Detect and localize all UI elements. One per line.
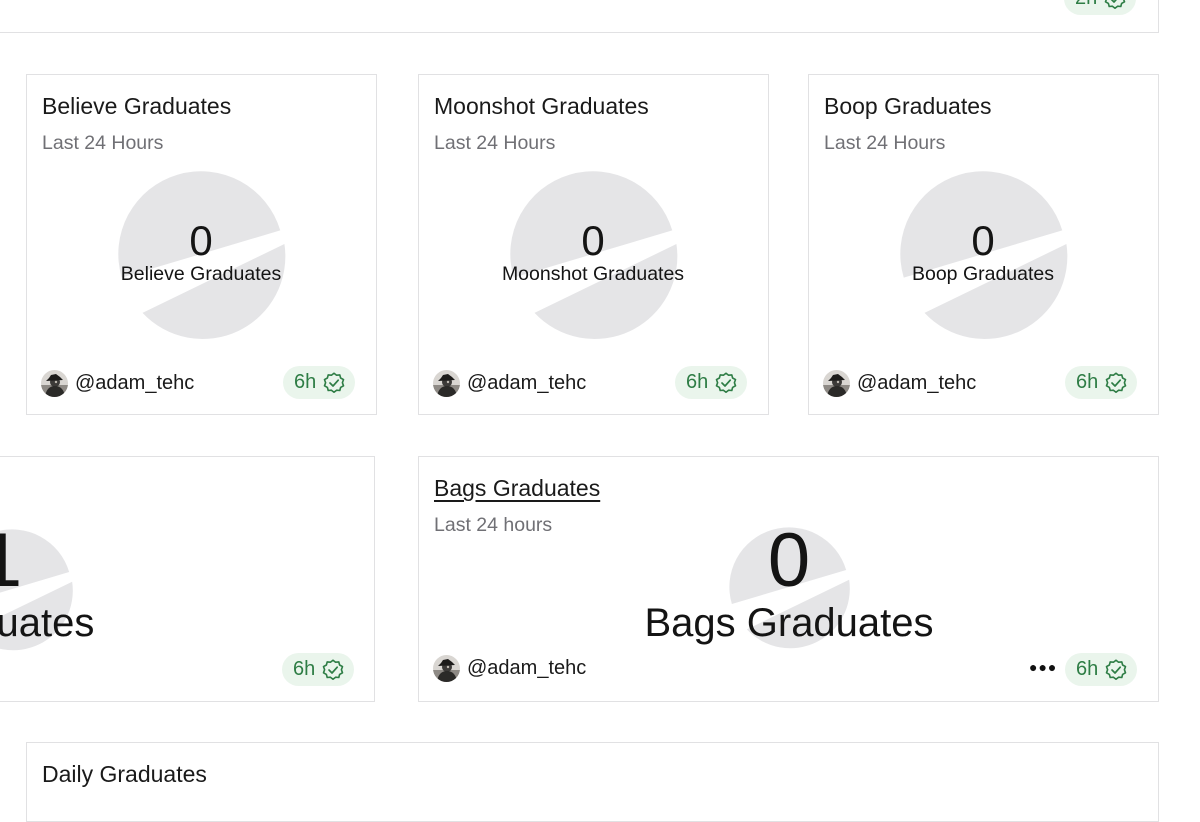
avatar bbox=[433, 655, 460, 682]
metric-label: Boop Graduates bbox=[911, 263, 1054, 285]
author-handle: @adam_tehc bbox=[467, 657, 587, 679]
metric-value: 1 Graduates bbox=[0, 523, 191, 646]
metric-label: Bags Graduates bbox=[644, 601, 934, 645]
author-handle: @adam_tehc bbox=[467, 372, 587, 394]
card-subtitle: Last 24 Hours bbox=[824, 132, 946, 154]
top-card: 2h bbox=[0, 0, 1159, 33]
card-subtitle: Last 24 hours bbox=[434, 514, 553, 536]
daily-graduates-card: Daily Graduates bbox=[26, 742, 1159, 822]
card-subtitle: Last 24 Hours bbox=[42, 132, 164, 154]
avatar bbox=[41, 370, 68, 397]
author-link[interactable]: @adam_tehc bbox=[433, 370, 586, 397]
avatar bbox=[433, 370, 460, 397]
card-title: Believe Graduates bbox=[42, 93, 232, 119]
avatar bbox=[823, 370, 850, 397]
author-handle: @adam_tehc bbox=[857, 372, 977, 394]
card-title-link[interactable]: Bags Graduates bbox=[434, 475, 600, 502]
verified-check-icon bbox=[714, 371, 738, 395]
metric-number: 1 bbox=[0, 523, 191, 599]
believe-graduates-card: Believe Graduates Last 24 Hours 0 Believ… bbox=[26, 74, 377, 415]
card-title: Boop Graduates bbox=[824, 93, 992, 119]
metric-value: 0 Boop Graduates bbox=[833, 220, 1133, 285]
author-handle: @adam_tehc bbox=[75, 372, 195, 394]
partial-graduates-card: 1 Graduates 6h bbox=[0, 456, 375, 702]
freshness-badge[interactable]: 6h bbox=[283, 366, 356, 399]
freshness-badge[interactable]: 6h bbox=[675, 366, 748, 399]
verified-check-icon bbox=[1104, 371, 1128, 395]
metric-number: 0 bbox=[767, 518, 811, 603]
metric-label: Graduates bbox=[0, 601, 95, 645]
author-link[interactable]: @adam_tehc bbox=[433, 655, 586, 682]
metric-value: 0 Believe Graduates bbox=[51, 220, 351, 285]
author-link[interactable]: @adam_tehc bbox=[823, 370, 976, 397]
freshness-badge[interactable]: 6h bbox=[1065, 653, 1138, 686]
metric-value: 0 Bags Graduates bbox=[589, 518, 989, 646]
verified-check-icon bbox=[1103, 0, 1127, 11]
card-subtitle: Last 24 Hours bbox=[434, 132, 556, 154]
freshness-badge[interactable]: 6h bbox=[1065, 366, 1138, 399]
verified-check-icon bbox=[322, 371, 346, 395]
metric-number: 0 bbox=[581, 217, 605, 264]
metric-number: 0 bbox=[189, 217, 213, 264]
metric-number: 0 bbox=[971, 217, 995, 264]
verified-check-icon bbox=[321, 658, 345, 682]
verified-check-icon bbox=[1104, 658, 1128, 682]
metric-label: Believe Graduates bbox=[120, 263, 282, 285]
freshness-badge[interactable]: 2h bbox=[1064, 0, 1137, 15]
metric-value: 0 Moonshot Graduates bbox=[443, 220, 743, 285]
author-link[interactable]: @adam_tehc bbox=[41, 370, 194, 397]
card-title: Moonshot Graduates bbox=[434, 93, 649, 119]
freshness-badge[interactable]: 6h bbox=[282, 653, 355, 686]
moonshot-graduates-card: Moonshot Graduates Last 24 Hours 0 Moons… bbox=[418, 74, 769, 415]
more-horizontal-icon[interactable]: ●●● bbox=[1029, 659, 1057, 675]
boop-graduates-card: Boop Graduates Last 24 Hours 0 Boop Grad… bbox=[808, 74, 1159, 415]
bags-graduates-card: Bags Graduates Last 24 hours 0 Bags Grad… bbox=[418, 456, 1159, 702]
metric-label: Moonshot Graduates bbox=[501, 263, 685, 285]
card-title: Daily Graduates bbox=[42, 761, 207, 787]
